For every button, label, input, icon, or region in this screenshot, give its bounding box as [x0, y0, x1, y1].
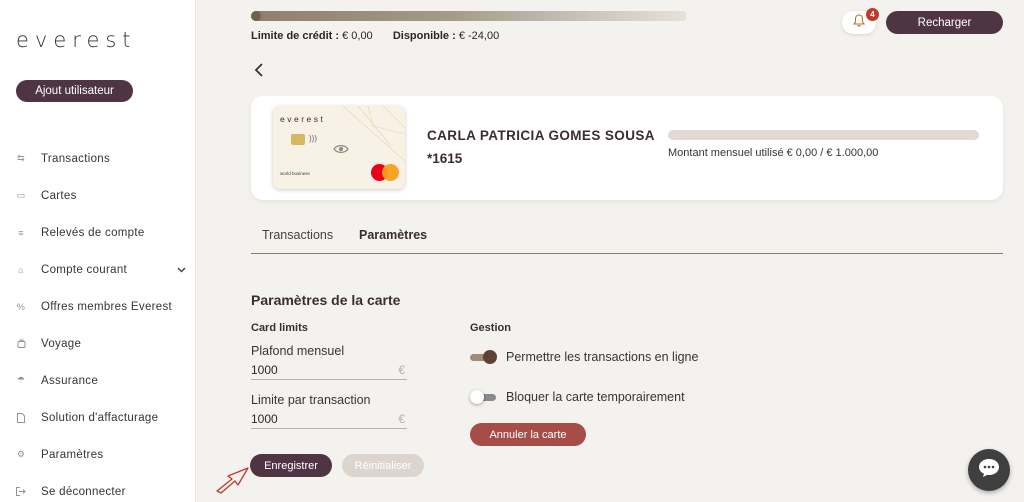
pointer-arrow-icon: [214, 466, 250, 499]
sidebar-item-label: Paramètres: [41, 448, 104, 461]
available-label: Disponible :: [392, 30, 456, 42]
tab-transactions[interactable]: Transactions: [262, 228, 333, 242]
sidebar-item-cards[interactable]: ▭ Cartes: [0, 177, 196, 214]
sidebar-item-transactions[interactable]: ⇆ Transactions: [0, 140, 196, 177]
sidebar-item-label: Compte courant: [41, 263, 128, 276]
management-heading: Gestion: [470, 322, 511, 334]
credit-progress-bar: [251, 11, 687, 21]
card-image: everest ))) world business: [273, 106, 405, 189]
sidebar-item-logout[interactable]: Se déconnecter: [0, 473, 196, 502]
card-brand-text: everest: [280, 114, 326, 124]
per-transaction-field[interactable]: 1000 €: [251, 409, 407, 429]
back-arrow-icon[interactable]: [253, 62, 267, 78]
card-summary-panel: everest ))) world business CARLA PATRICI…: [251, 96, 1003, 200]
sidebar-item-insurance[interactable]: ☂ Assurance: [0, 362, 196, 399]
card-holder-name: CARLA PATRICIA GOMES SOUSA: [427, 128, 655, 143]
monthly-usage-text: Montant mensuel utilisé € 0,00 / € 1.000…: [668, 147, 879, 159]
block-card-toggle[interactable]: [470, 390, 498, 404]
statement-lines-icon: ≡: [18, 227, 24, 238]
logout-icon: [16, 487, 26, 497]
add-user-button[interactable]: Ajout utilisateur: [16, 80, 133, 102]
per-transaction-label: Limite par transaction: [251, 393, 371, 407]
chat-bubble-icon: [977, 457, 1001, 484]
eye-icon[interactable]: [333, 141, 349, 159]
reset-button[interactable]: Réinitialiser: [342, 454, 424, 477]
block-card-label: Bloquer la carte temporairement: [506, 390, 685, 404]
sidebar-item-travel[interactable]: Voyage: [0, 325, 196, 362]
card-number: *1615: [427, 151, 463, 166]
per-transaction-value: 1000: [251, 411, 278, 426]
notification-count-badge: 4: [866, 8, 879, 21]
sidebar-item-label: Cartes: [41, 189, 77, 202]
sidebar-item-statements[interactable]: ≡ Relevés de compte: [0, 214, 196, 251]
online-transactions-row: Permettre les transactions en ligne: [470, 350, 698, 364]
percent-icon: %: [16, 301, 26, 312]
transfer-arrows-icon: ⇆: [17, 153, 25, 163]
card-tabs: Transactions Paramètres: [251, 228, 1003, 254]
bell-icon: [852, 13, 866, 32]
card-limits-heading: Card limits: [251, 322, 308, 334]
sidebar-item-member-offers[interactable]: % Offres membres Everest: [0, 288, 196, 325]
chat-support-button[interactable]: [968, 449, 1010, 491]
umbrella-icon: ☂: [16, 375, 26, 385]
block-card-row: Bloquer la carte temporairement: [470, 390, 685, 404]
tab-settings[interactable]: Paramètres: [359, 228, 427, 242]
monthly-cap-value: 1000: [251, 362, 278, 377]
sidebar-item-label: Voyage: [41, 337, 82, 350]
online-transactions-label: Permettre les transactions en ligne: [506, 350, 699, 364]
cancel-card-button[interactable]: Annuler la carte: [470, 423, 586, 446]
sidebar-item-label: Solution d'affacturage: [41, 411, 159, 424]
card-icon: ▭: [16, 190, 26, 200]
monthly-usage-bar: [668, 130, 979, 140]
sidebar: everest Ajout utilisateur ⇆ Transactions…: [0, 0, 196, 502]
sidebar-item-settings[interactable]: ⚙ Paramètres: [0, 436, 196, 473]
mastercard-logo-icon: [371, 164, 399, 182]
monthly-cap-label: Plafond mensuel: [251, 344, 345, 358]
credit-limit-value: € 0,00: [342, 30, 373, 42]
chevron-down-icon: [177, 265, 186, 275]
gear-icon: ⚙: [16, 449, 26, 459]
sidebar-item-label: Transactions: [41, 152, 111, 165]
sidebar-nav: ⇆ Transactions ▭ Cartes ≡ Relevés de com…: [0, 140, 196, 502]
credit-info: Limite de crédit : € 0,00 Disponible : €…: [251, 30, 499, 42]
bank-icon: ⌂: [18, 264, 24, 275]
sidebar-item-factoring[interactable]: Solution d'affacturage: [0, 399, 196, 436]
save-button[interactable]: Enregistrer: [250, 454, 332, 477]
sidebar-item-label: Assurance: [41, 374, 99, 387]
euro-symbol: €: [398, 411, 405, 426]
sidebar-item-label: Offres membres Everest: [41, 300, 173, 313]
available-value: € -24,00: [458, 30, 500, 42]
everest-logo: everest: [16, 28, 137, 52]
suitcase-icon: [16, 339, 26, 349]
section-title: Paramètres de la carte: [251, 292, 401, 308]
euro-symbol: €: [398, 362, 405, 377]
sidebar-item-label: Se déconnecter: [41, 485, 126, 498]
monthly-cap-field[interactable]: 1000 €: [251, 360, 407, 380]
chip-icon: [291, 134, 305, 145]
online-transactions-toggle[interactable]: [470, 350, 498, 364]
credit-limit-label: Limite de crédit :: [251, 30, 340, 42]
sidebar-item-label: Relevés de compte: [41, 226, 145, 239]
contactless-icon: ))): [309, 134, 317, 143]
card-small-text: world business: [280, 171, 310, 176]
sidebar-item-current-account[interactable]: ⌂ Compte courant: [0, 251, 196, 288]
document-icon: [16, 412, 26, 423]
recharge-button[interactable]: Recharger: [886, 11, 1003, 34]
